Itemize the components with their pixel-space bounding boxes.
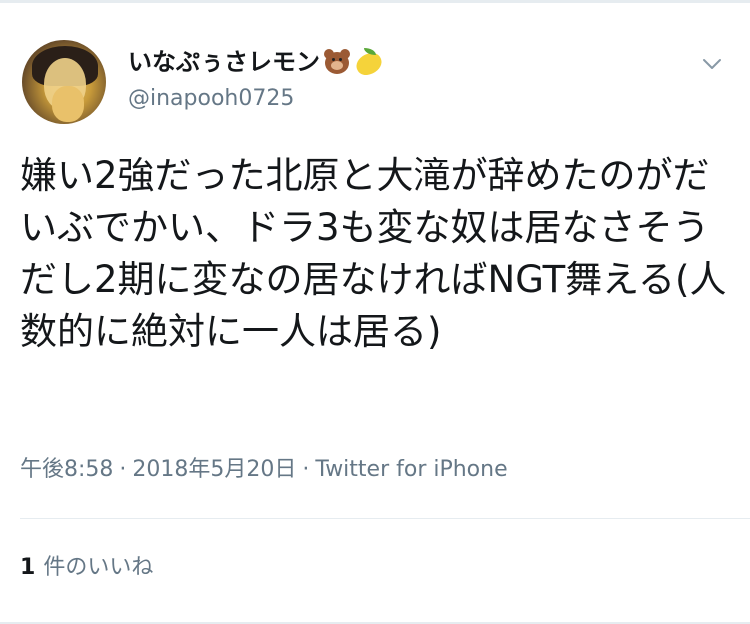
chevron-down-icon[interactable] xyxy=(700,52,724,76)
tweet-card: いなぷぅさレモン @inapooh0725 嫌い2強だった北原と大滝が辞めたのが… xyxy=(0,0,750,624)
display-name-text: いなぷぅさレモン xyxy=(128,48,320,76)
likes-label: 件のいいね xyxy=(43,555,154,580)
tweet-time[interactable]: 午後8:58 xyxy=(20,457,113,482)
display-name[interactable]: いなぷぅさレモン xyxy=(128,46,386,79)
stats-divider xyxy=(20,518,750,519)
bear-face-icon xyxy=(322,47,352,77)
meta-separator: · xyxy=(119,457,127,482)
tweet-source[interactable]: Twitter for iPhone xyxy=(315,457,507,482)
likes-count: 1 xyxy=(20,555,36,580)
tweet-meta: 午後8:58 · 2018年5月20日 · Twitter for iPhone xyxy=(20,455,508,485)
lemon-icon xyxy=(352,47,386,79)
user-info[interactable]: いなぷぅさレモン @inapooh0725 xyxy=(128,46,386,114)
tweet-text: 嫌い2強だった北原と大滝が辞めたのがだいぶでかい、ドラ3も変な奴は居なさそうだし… xyxy=(20,154,727,353)
tweet-date[interactable]: 2018年5月20日 xyxy=(132,457,296,482)
likes-stat[interactable]: 1 件のいいね xyxy=(20,553,153,583)
meta-separator: · xyxy=(302,457,310,482)
avatar[interactable] xyxy=(22,40,106,124)
tweet-header: いなぷぅさレモン @inapooh0725 xyxy=(22,40,728,130)
user-handle[interactable]: @inapooh0725 xyxy=(128,84,384,114)
